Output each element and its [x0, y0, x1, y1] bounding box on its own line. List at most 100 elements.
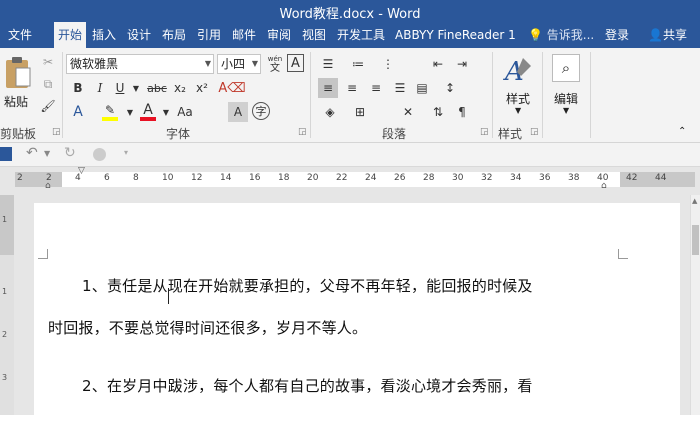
- undo-dropdown-icon[interactable]: ▼: [44, 149, 50, 158]
- paragraph-2-line-1[interactable]: 2、在岁月中跋涉，每个人都有自己的故事，看淡心境才会秀丽，看: [82, 375, 533, 396]
- tab-insert[interactable]: 插入: [88, 22, 120, 48]
- format-painter-icon[interactable]: 🖌: [38, 96, 58, 116]
- tab-review[interactable]: 审阅: [263, 22, 295, 48]
- sort-icon[interactable]: ⇅: [428, 102, 448, 122]
- first-line-indent-marker[interactable]: ▽: [78, 166, 85, 176]
- subscript-button[interactable]: x₂: [170, 78, 190, 98]
- ruler-tick-label: 20: [307, 173, 319, 183]
- bullets-icon[interactable]: ☰: [318, 54, 338, 74]
- text-effects-icon[interactable]: A: [68, 102, 88, 122]
- editing-label: 编辑: [554, 92, 579, 106]
- highlight-color-button[interactable]: ✎: [100, 100, 120, 121]
- ruler-tick-label: 44: [655, 173, 667, 183]
- magnifier-icon: ⌕: [552, 54, 580, 82]
- share-button[interactable]: 👤共享: [648, 22, 687, 48]
- margin-corner-mark: [38, 249, 48, 259]
- tab-abbyy[interactable]: ABBYY FineReader 1: [391, 22, 518, 48]
- ruler-tick-label: 24: [365, 173, 377, 183]
- paste-button[interactable]: 粘贴: [2, 52, 34, 114]
- customize-qat-icon[interactable]: ▾: [124, 148, 128, 157]
- clipboard-group-label: 剪贴板: [0, 127, 37, 141]
- tab-references[interactable]: 引用: [193, 22, 225, 48]
- change-case-button[interactable]: Aa: [172, 102, 198, 122]
- chevron-down-icon: ▼: [251, 59, 258, 68]
- tab-file[interactable]: 文件: [4, 22, 36, 48]
- font-launcher-icon[interactable]: ◲: [298, 127, 307, 137]
- scrollbar-thumb[interactable]: [692, 225, 699, 255]
- vertical-ruler-number: 1: [2, 215, 8, 224]
- underline-dropdown-icon[interactable]: ▼: [126, 78, 146, 98]
- document-page[interactable]: 1、责任是从现在开始就要承担的，父母不再年轻，能回报的时候及 时回报，不要总觉得…: [34, 203, 680, 433]
- person-icon: 👤: [648, 28, 663, 42]
- copy-icon[interactable]: ⧉: [38, 74, 58, 94]
- tab-view[interactable]: 视图: [298, 22, 330, 48]
- enclose-characters-button[interactable]: 字: [252, 102, 270, 120]
- left-indent-marker[interactable]: ⌂: [45, 181, 51, 191]
- tab-mailings[interactable]: 邮件: [228, 22, 260, 48]
- bold-button[interactable]: B: [68, 78, 88, 98]
- paragraph-1-line-1[interactable]: 1、责任是从现在开始就要承担的，父母不再年轻，能回报的时候及: [82, 275, 533, 296]
- ruler-tick-label: 38: [568, 173, 580, 183]
- tell-me-text: 告诉我...: [546, 28, 595, 42]
- ruler-tick-label: 42: [626, 173, 638, 183]
- asian-layout-icon[interactable]: ✕: [398, 102, 418, 122]
- undo-icon[interactable]: ↶: [26, 145, 38, 161]
- align-left-icon[interactable]: ≡: [318, 78, 338, 98]
- login-button[interactable]: 登录: [605, 22, 629, 48]
- distributed-icon[interactable]: ▤: [412, 78, 432, 98]
- align-right-icon[interactable]: ≡: [366, 78, 386, 98]
- superscript-button[interactable]: x²: [192, 78, 212, 98]
- styles-launcher-icon[interactable]: ◲: [530, 127, 539, 137]
- align-center-icon[interactable]: ≡: [342, 78, 362, 98]
- tab-design[interactable]: 设计: [123, 22, 155, 48]
- scroll-up-icon[interactable]: ▲: [692, 197, 697, 205]
- lightbulb-icon: 💡: [528, 28, 543, 42]
- italic-button[interactable]: I: [90, 78, 110, 98]
- redo-icon[interactable]: ↻: [64, 145, 76, 161]
- highlight-dropdown-icon[interactable]: ▼: [120, 102, 140, 122]
- tab-home[interactable]: 开始: [54, 22, 87, 49]
- vertical-scrollbar[interactable]: ▲: [690, 195, 700, 415]
- vertical-ruler-number: 2: [2, 330, 8, 339]
- cut-icon[interactable]: ✂: [38, 52, 58, 72]
- clipboard-launcher-icon[interactable]: ◲: [52, 127, 61, 137]
- phonetic-guide-button[interactable]: wén 文: [265, 54, 285, 74]
- strikethrough-button[interactable]: abc: [144, 78, 170, 98]
- paragraph-launcher-icon[interactable]: ◲: [480, 127, 489, 137]
- highlighter-icon: ✎: [104, 103, 116, 117]
- borders-icon[interactable]: ⊞: [350, 102, 370, 122]
- multilevel-list-icon[interactable]: ⋮: [378, 54, 398, 74]
- line-spacing-icon[interactable]: ↕: [440, 78, 460, 98]
- vertical-ruler-number: 1: [2, 287, 8, 296]
- show-marks-icon[interactable]: ¶: [452, 102, 472, 122]
- font-size-combo[interactable]: 小四 ▼: [217, 54, 261, 74]
- group-divider: [542, 52, 543, 138]
- tab-developer[interactable]: 开发工具: [333, 22, 389, 48]
- touch-mode-icon[interactable]: [93, 148, 106, 161]
- right-indent-marker[interactable]: ⌂: [601, 181, 607, 191]
- paragraph-1-line-2[interactable]: 时回报，不要总觉得时间还很多，岁月不等人。: [48, 317, 367, 338]
- numbering-icon[interactable]: ≔: [348, 54, 368, 74]
- margin-corner-mark: [618, 249, 628, 259]
- tab-layout[interactable]: 布局: [158, 22, 190, 48]
- paste-label: 粘贴: [4, 95, 29, 109]
- decrease-indent-icon[interactable]: ⇤: [428, 54, 448, 74]
- justify-icon[interactable]: ☰: [390, 78, 410, 98]
- tell-me-box[interactable]: 💡 告诉我...: [528, 22, 594, 48]
- character-shading-button[interactable]: A: [228, 102, 248, 122]
- clear-format-icon[interactable]: A⌫: [218, 78, 245, 98]
- chevron-down-icon: ▼: [515, 106, 522, 115]
- editing-button[interactable]: ⌕ 编辑 ▼: [548, 52, 584, 116]
- window-title: Word教程.docx - Word: [279, 7, 421, 22]
- font-color-button[interactable]: A: [138, 100, 158, 121]
- text-cursor: [168, 288, 169, 304]
- increase-indent-icon[interactable]: ⇥: [452, 54, 472, 74]
- font-name-combo[interactable]: 微软雅黑 ▼: [66, 54, 214, 74]
- styles-button[interactable]: A 样式 ▼: [500, 54, 536, 115]
- save-icon[interactable]: [0, 147, 12, 161]
- font-color-bar: [140, 117, 156, 121]
- character-border-button[interactable]: A: [287, 54, 304, 72]
- clipboard-icon: [6, 57, 31, 88]
- shading-icon[interactable]: ◈: [320, 102, 340, 122]
- collapse-ribbon-icon[interactable]: ⌃: [678, 126, 686, 137]
